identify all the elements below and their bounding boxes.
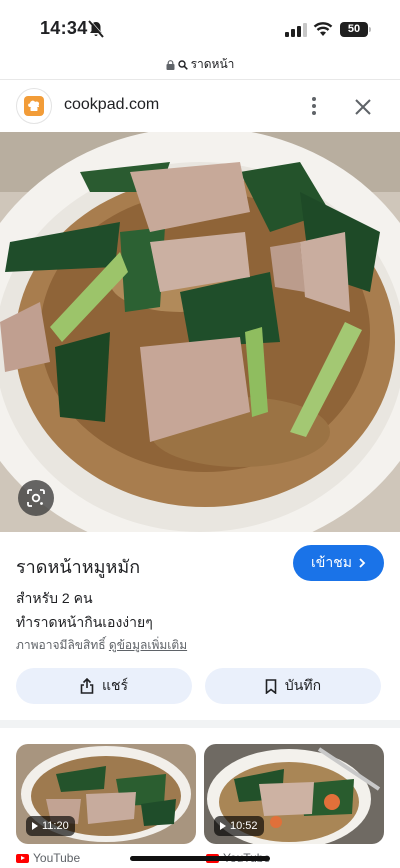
- copyright-text: ภาพอาจมีลิขสิทธิ์: [16, 638, 106, 652]
- save-label: บันทึก: [284, 677, 322, 693]
- serving-size: สำหรับ 2 คน: [16, 590, 93, 606]
- video-duration: 11:20: [26, 816, 75, 836]
- battery-icon: 50: [340, 22, 368, 37]
- more-info-link[interactable]: ดูข้อมูลเพิ่มเติม: [109, 638, 187, 652]
- copyright-notice: ภาพอาจมีลิขสิทธิ์ ดูข้อมูลเพิ่มเติม: [16, 636, 187, 655]
- share-label: แชร์: [101, 677, 129, 693]
- bookmark-icon: [265, 678, 277, 694]
- duration-text: 10:52: [230, 820, 258, 832]
- visit-label: เข้าชม: [311, 554, 352, 570]
- recipe-description: ทำราดหน้ากินเองง่ายๆ: [16, 614, 153, 630]
- related-video-thumbnail[interactable]: 10:52: [204, 744, 384, 844]
- source-label: YouTube: [33, 851, 81, 865]
- lens-search-button[interactable]: [18, 480, 54, 516]
- share-icon: [80, 678, 94, 694]
- lens-icon: [27, 489, 45, 507]
- recipe-image[interactable]: [0, 132, 400, 532]
- close-icon[interactable]: [352, 96, 374, 118]
- search-icon: [177, 59, 188, 70]
- recipe-title: ราดหน้าหมูหมัก: [16, 557, 141, 577]
- battery-tip: [369, 27, 371, 32]
- signal-icon: [285, 23, 307, 37]
- home-indicator[interactable]: [130, 856, 270, 861]
- wifi-icon: [313, 22, 333, 36]
- url-bar[interactable]: ราดหน้า: [0, 52, 400, 76]
- video-duration: 10:52: [214, 816, 264, 836]
- url-text: ราดหน้า: [190, 57, 235, 71]
- lock-icon: [166, 59, 175, 70]
- section-divider: [0, 720, 400, 728]
- duration-text: 11:20: [42, 820, 69, 832]
- share-button[interactable]: แชร์: [16, 668, 192, 704]
- status-time: 14:34: [40, 18, 88, 38]
- save-button[interactable]: บันทึก: [205, 668, 381, 704]
- site-logo[interactable]: [16, 88, 52, 124]
- more-options-icon[interactable]: [304, 94, 324, 118]
- play-icon: [32, 822, 38, 830]
- food-photo: [0, 132, 400, 532]
- bell-muted-icon: [88, 20, 104, 38]
- status-bar: 14:34 50: [0, 0, 400, 50]
- site-name[interactable]: cookpad.com: [64, 96, 159, 114]
- youtube-icon: [16, 853, 29, 863]
- site-header: cookpad.com: [0, 80, 400, 132]
- related-video-thumbnail[interactable]: 11:20: [16, 744, 196, 844]
- chevron-right-icon: [359, 558, 366, 568]
- video-source: YouTube: [16, 851, 80, 865]
- chef-hat-icon: [24, 96, 44, 116]
- play-icon: [220, 822, 226, 830]
- visit-button[interactable]: เข้าชม: [293, 545, 384, 581]
